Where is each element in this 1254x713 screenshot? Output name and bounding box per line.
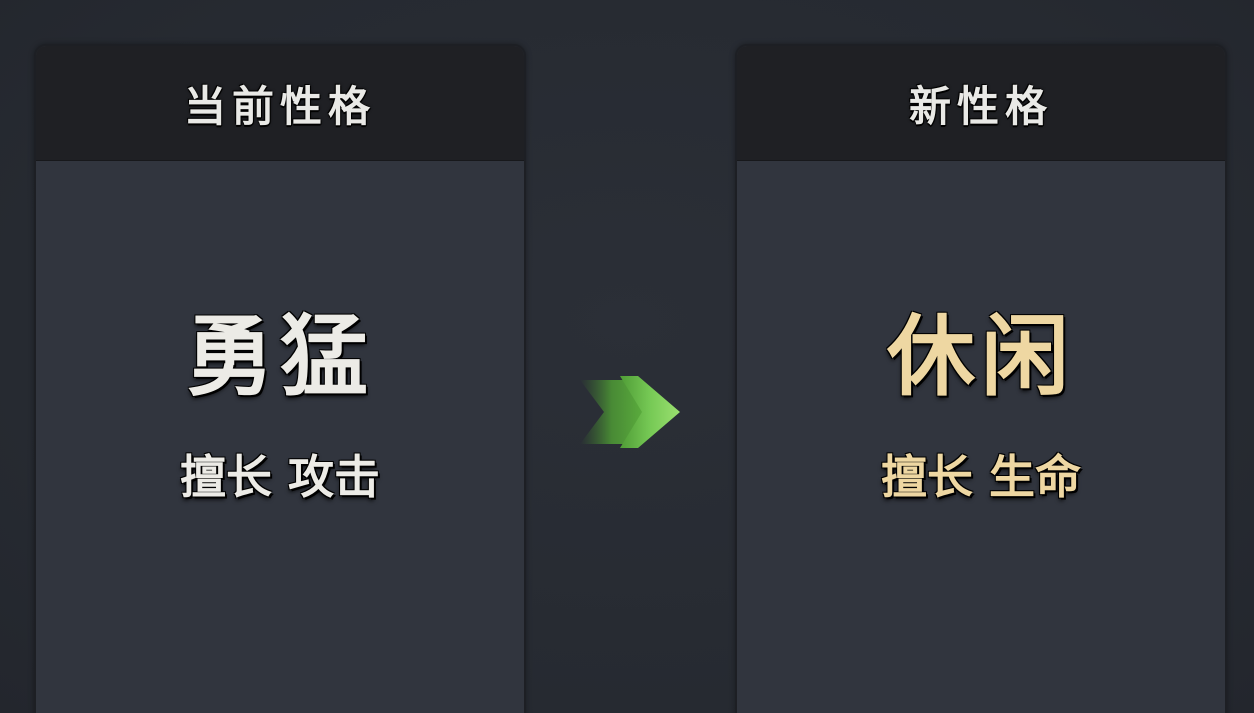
current-trait-name: 勇猛 [185, 304, 374, 408]
current-panel-header: 当前性格 [36, 46, 524, 161]
double-arrow-right-icon [580, 376, 680, 448]
current-personality-panel: 当前性格 勇猛 擅长 攻击 [34, 44, 526, 713]
new-trait-name: 休闲 [886, 304, 1075, 408]
personality-change-screen: 当前性格 勇猛 擅长 攻击 新性格 休闲 擅长 生命 [0, 0, 1254, 713]
new-trait-description: 擅长 生命 [880, 450, 1081, 504]
current-trait-description: 擅长 攻击 [179, 450, 380, 504]
new-panel-title: 新性格 [908, 81, 1053, 131]
new-personality-panel: 新性格 休闲 擅长 生命 [735, 44, 1227, 713]
current-panel-title: 当前性格 [183, 81, 376, 131]
new-panel-header: 新性格 [737, 46, 1225, 161]
